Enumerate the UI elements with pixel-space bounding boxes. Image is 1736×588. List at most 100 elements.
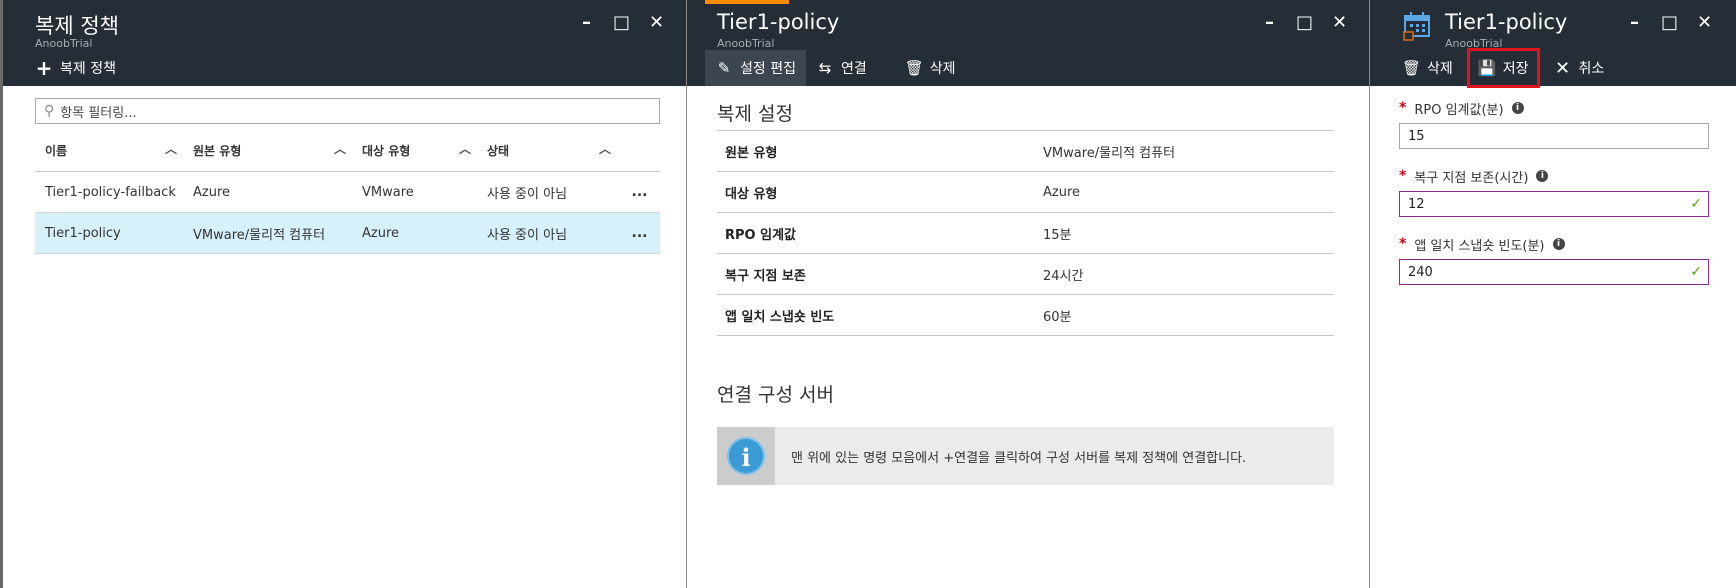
discard-label: 취소 [1578, 61, 1605, 77]
blade-title: Tier1-policy [717, 10, 840, 34]
column-header-status[interactable]: 상태 ︿ [479, 142, 619, 159]
required-asterisk-icon: * [1399, 236, 1407, 252]
field-label: 복구 지점 보존(시간) [1414, 170, 1529, 186]
app-consistent-snapshot-frequency-input[interactable]: 240 ✓ [1399, 259, 1709, 285]
blade-header: Tier1-policy AnoobTrial – □ ✕ 🗑 삭제 💾 저장 … [1370, 0, 1736, 88]
column-header-source[interactable]: 원본 유형 ︿ [185, 142, 354, 159]
sort-icon[interactable]: ︿ [334, 140, 346, 157]
close-icon[interactable]: ✕ [639, 12, 674, 34]
checkmark-icon: ✓ [1690, 196, 1702, 212]
search-icon: ⚲ [44, 103, 55, 119]
maximize-icon[interactable]: □ [604, 12, 639, 34]
window-controls: – □ ✕ [1252, 12, 1357, 34]
sort-icon[interactable]: ︿ [599, 140, 611, 157]
trash-icon: 🗑 [1402, 59, 1422, 77]
handshake-icon: ⇆ [818, 59, 832, 77]
x-icon: ✕ [1554, 57, 1571, 79]
sort-icon[interactable]: ︿ [165, 140, 177, 157]
add-policy-label: 복제 정책 [60, 61, 116, 77]
rpo-threshold-field: * RPO 임계값(분) i 15 [1399, 99, 1709, 149]
replication-settings-title: 복제 설정 [717, 103, 793, 125]
more-options-icon[interactable]: ... [619, 225, 660, 241]
save-label: 저장 [1502, 61, 1529, 77]
plus-icon: + [35, 56, 53, 80]
rpo-threshold-input[interactable]: 15 [1399, 123, 1709, 149]
active-blade-indicator [705, 0, 789, 4]
policy-details-blade: Tier1-policy AnoobTrial – □ ✕ ✎ 설정 편집 ⇆ … [686, 0, 1369, 588]
cell-status: 사용 중이 아님 [487, 186, 568, 202]
table-row[interactable]: Tier1-policy-failback Azure VMware 사용 중이… [35, 172, 660, 213]
cell-target: Azure [362, 225, 400, 241]
info-icon[interactable]: i [1552, 238, 1565, 250]
cell-target: VMware [362, 184, 414, 200]
minimize-icon[interactable]: – [1252, 12, 1287, 34]
policy-grid: 이름 ︿ 원본 유형 ︿ 대상 유형 ︿ 상태 ︿ Tier1-policy-failb… [35, 130, 660, 254]
blade-title: Tier1-policy [1445, 10, 1568, 34]
blade-title: 복제 정책 [35, 14, 119, 38]
more-options-icon[interactable]: ... [619, 184, 660, 200]
close-icon[interactable]: ✕ [1687, 12, 1722, 34]
column-header-name[interactable]: 이름 ︿ [35, 142, 185, 159]
property-row: 앱 일치 스냅숏 빈도 60분 [717, 295, 1334, 336]
window-controls: – □ ✕ [569, 12, 674, 34]
toolbar: + 복제 정책 [3, 50, 686, 86]
property-row: RPO 임계값 15분 [717, 213, 1334, 254]
delete-label: 삭제 [929, 61, 956, 77]
required-asterisk-icon: * [1399, 100, 1407, 116]
save-button[interactable]: 💾 저장 [1466, 48, 1540, 88]
cell-source: VMware/물리적 컴퓨터 [193, 227, 326, 243]
field-label: RPO 임계값(분) [1414, 102, 1504, 118]
edit-settings-label: 설정 편집 [740, 61, 796, 77]
delete-button[interactable]: 🗑 삭제 [895, 50, 966, 86]
info-message: 맨 위에 있는 명령 모음에서 +연결을 클릭하여 구성 서버를 복제 정책에 … [791, 450, 1247, 466]
associate-label: 연결 [840, 61, 867, 77]
maximize-icon[interactable]: □ [1287, 12, 1322, 34]
maximize-icon[interactable]: □ [1652, 12, 1687, 34]
window-controls: – □ ✕ [1617, 12, 1722, 34]
associate-button[interactable]: ⇆ 연결 [806, 50, 877, 86]
delete-button[interactable]: 🗑 삭제 [1392, 50, 1463, 86]
replication-policies-blade: 복제 정책 AnoobTrial – □ ✕ + 복제 정책 ⚲ 항목 필터링.… [0, 0, 686, 588]
property-row: 원본 유형 VMware/물리적 컴퓨터 [717, 131, 1334, 172]
app-consistent-snapshot-frequency-field: * 앱 일치 스냅숏 빈도(분) i 240 ✓ [1399, 235, 1709, 285]
sort-icon[interactable]: ︿ [459, 140, 471, 157]
filter-placeholder: 항목 필터링... [60, 105, 137, 121]
toolbar: ✎ 설정 편집 ⇆ 연결 🗑 삭제 [687, 50, 1369, 86]
grid-header: 이름 ︿ 원본 유형 ︿ 대상 유형 ︿ 상태 ︿ [35, 130, 660, 172]
minimize-icon[interactable]: – [1617, 12, 1652, 34]
recovery-point-retention-field: * 복구 지점 보존(시간) i 12 ✓ [1399, 167, 1709, 217]
column-header-target[interactable]: 대상 유형 ︿ [354, 142, 479, 159]
required-asterisk-icon: * [1399, 168, 1407, 184]
cell-source: Azure [193, 184, 231, 200]
filter-input[interactable]: ⚲ 항목 필터링... [35, 98, 660, 124]
floppy-disk-icon: 💾 [1477, 59, 1497, 77]
add-policy-button[interactable]: + 복제 정책 [25, 50, 126, 86]
delete-label: 삭제 [1427, 61, 1453, 77]
info-banner: i 맨 위에 있는 명령 모음에서 +연결을 클릭하여 구성 서버를 복제 정책… [717, 427, 1334, 485]
field-label: 앱 일치 스냅숏 빈도(분) [1414, 238, 1545, 254]
settings-properties: 원본 유형 VMware/물리적 컴퓨터 대상 유형 Azure RPO 임계값 15… [717, 130, 1334, 336]
info-icon[interactable]: i [1536, 170, 1549, 182]
info-icon[interactable]: i [1511, 102, 1524, 114]
property-row: 복구 지점 보존 24시간 [717, 254, 1334, 295]
cell-status: 사용 중이 아님 [487, 227, 568, 243]
associated-servers-title: 연결 구성 서버 [717, 384, 834, 406]
recovery-point-retention-input[interactable]: 12 ✓ [1399, 191, 1709, 217]
blade-subtitle: AnoobTrial [717, 37, 775, 50]
pencil-icon: ✎ [717, 59, 731, 77]
blade-header: Tier1-policy AnoobTrial – □ ✕ ✎ 설정 편집 ⇆ … [687, 0, 1369, 86]
close-icon[interactable]: ✕ [1322, 12, 1357, 34]
trash-icon: 🗑 [904, 59, 924, 77]
discard-button[interactable]: ✕ 취소 [1544, 50, 1615, 86]
toolbar: 🗑 삭제 💾 저장 ✕ 취소 [1370, 48, 1736, 88]
minimize-icon[interactable]: – [569, 12, 604, 34]
blade-subtitle: AnoobTrial [35, 37, 93, 50]
edit-settings-button[interactable]: ✎ 설정 편집 [705, 50, 806, 86]
edit-settings-blade: Tier1-policy AnoobTrial – □ ✕ 🗑 삭제 💾 저장 … [1369, 0, 1736, 588]
property-row: 대상 유형 Azure [717, 172, 1334, 213]
cell-name: Tier1-policy [45, 225, 121, 241]
calendar-icon [1403, 12, 1430, 41]
checkmark-icon: ✓ [1690, 264, 1702, 280]
table-row[interactable]: Tier1-policy VMware/물리적 컴퓨터 Azure 사용 중이 … [35, 213, 660, 254]
blade-header: 복제 정책 AnoobTrial – □ ✕ + 복제 정책 [3, 0, 686, 86]
